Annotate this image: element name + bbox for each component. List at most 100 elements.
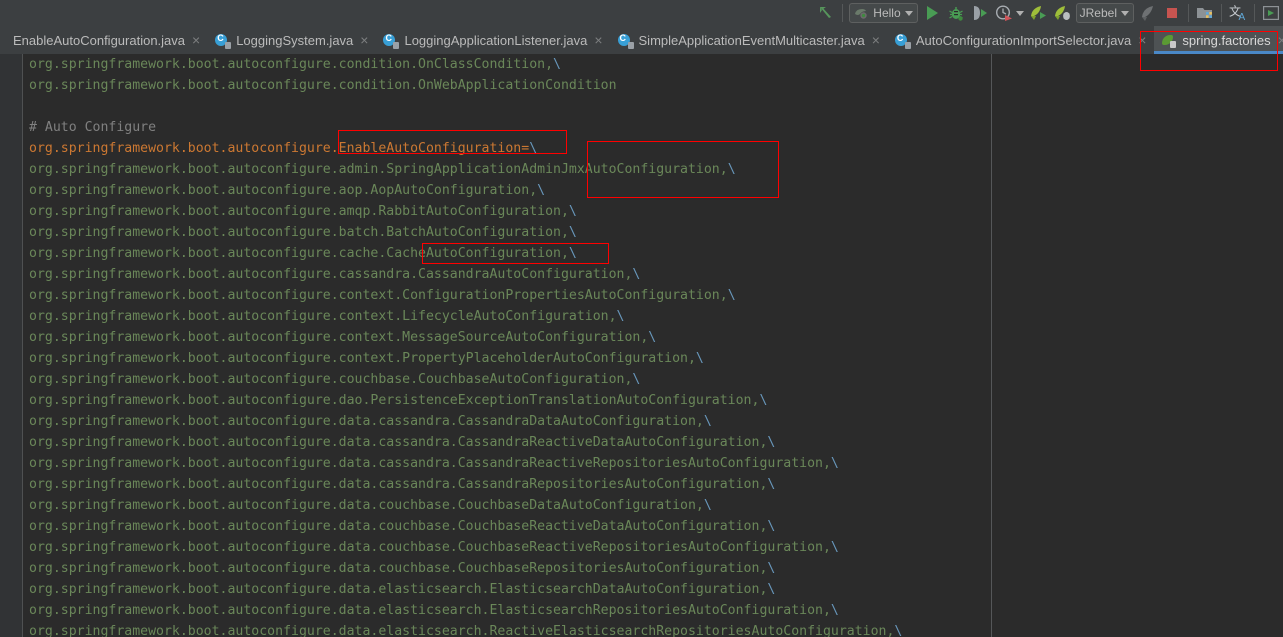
jrebel-rocket-run-icon (1030, 6, 1046, 20)
editor-tab-bar: EnableAutoConfiguration.java × LoggingSy… (0, 26, 1283, 54)
run-configuration-selector[interactable]: Hello (849, 2, 918, 24)
line-continuation-backslash: \ (703, 414, 712, 429)
line-continuation-backslash: \ (830, 603, 839, 618)
code-line: org.springframework.boot.autoconfigure.d… (29, 495, 902, 516)
line-continuation-backslash: \ (568, 204, 577, 219)
editor-tab-spring-factories[interactable]: spring.factories × (1154, 26, 1283, 54)
code-text: org.springframework.boot.autoconfigure.c… (29, 351, 696, 366)
tab-close-icon[interactable]: × (594, 33, 602, 47)
jrebel-selector[interactable]: JRebel (1075, 2, 1134, 24)
editor-tab-enableautoconfiguration[interactable]: EnableAutoConfiguration.java × (0, 26, 208, 54)
code-text: org.springframework.boot.autoconfigure.b… (29, 225, 569, 240)
jrebel-run-button[interactable] (1028, 2, 1048, 24)
tab-label: LoggingSystem.java (236, 32, 354, 48)
code-text: org.springframework.boot.autoconfigure.c… (29, 309, 617, 324)
code-line: org.springframework.boot.autoconfigure.d… (29, 390, 902, 411)
run-panel-button[interactable] (1261, 2, 1281, 24)
editor-tab-loggingapplicationlistener[interactable]: LoggingApplicationListener.java × (376, 26, 610, 54)
line-continuation-backslash: \ (767, 582, 776, 597)
debug-button[interactable] (946, 2, 966, 24)
tab-close-icon[interactable]: × (872, 33, 880, 47)
back-arrow-button[interactable] (816, 2, 836, 24)
java-class-icon (215, 33, 232, 49)
back-arrow-icon (820, 7, 832, 18)
line-continuation-backslash: \ (767, 561, 776, 576)
main-toolbar: Hello JRebel 文 A (0, 0, 1283, 26)
code-line: org.springframework.boot.autoconfigure.c… (29, 54, 902, 75)
chevron-down-icon[interactable] (1121, 10, 1129, 16)
code-line: org.springframework.boot.autoconfigure.d… (29, 453, 902, 474)
toolbar-divider (1188, 4, 1189, 22)
code-text: org.springframework.boot.autoconfigure.d… (29, 414, 704, 429)
gutter-divider (22, 54, 23, 637)
code-line: org.springframework.boot.autoconfigure.c… (29, 285, 902, 306)
line-continuation-backslash: \ (767, 477, 776, 492)
line-continuation-backslash: \ (616, 309, 625, 324)
stop-button[interactable] (1162, 2, 1182, 24)
line-continuation-backslash: \ (767, 435, 776, 450)
project-structure-icon (1197, 8, 1212, 18)
code-text: org.springframework.boot.autoconfigure.c… (29, 372, 633, 387)
jrebel-debug-button[interactable] (1052, 2, 1072, 24)
code-line: org.springframework.boot.autoconfigure.d… (29, 516, 902, 537)
tab-close-icon[interactable]: × (360, 33, 368, 47)
run-triangle-icon (926, 6, 938, 20)
editor-gutter[interactable] (0, 54, 22, 637)
code-text: org.springframework.boot.autoconfigure.d… (29, 519, 768, 534)
run-button[interactable] (922, 2, 942, 24)
code-text: org.springframework.boot.autoconfigure.c… (29, 57, 554, 72)
translate-cn-icon: 文 A (1229, 4, 1246, 24)
right-margin-guide (991, 54, 992, 637)
code-text: org.springframework.boot.autoconfigure.c… (29, 246, 569, 261)
code-line: org.springframework.boot.autoconfigure.c… (29, 306, 902, 327)
line-continuation-backslash: \ (727, 162, 736, 177)
code-text: org.springframework.boot.autoconfigure.d… (29, 435, 768, 450)
code-text: org.springframework.boot.autoconfigure.d… (29, 477, 768, 492)
code-line: org.springframework.boot.autoconfigure.E… (29, 138, 902, 159)
coverage-icon (973, 6, 987, 20)
tab-close-icon[interactable]: × (1278, 33, 1283, 47)
spring-factories-icon (1161, 33, 1177, 48)
code-text: org.springframework.boot.autoconfigure.d… (29, 624, 895, 637)
code-line: org.springframework.boot.autoconfigure.d… (29, 579, 902, 600)
code-line: org.springframework.boot.autoconfigure.c… (29, 264, 902, 285)
java-class-icon (617, 33, 634, 49)
ide-window: Hello JRebel 文 A EnableAutoConfiguration… (0, 0, 1283, 637)
code-text: org.springframework.boot.autoconfigure.d… (29, 498, 704, 513)
editor-tab-simpleapplicationeventmulticaster[interactable]: SimpleApplicationEventMulticaster.java × (611, 26, 888, 54)
chevron-down-icon[interactable] (904, 10, 913, 16)
tab-close-icon[interactable]: × (1138, 33, 1146, 47)
line-continuation-backslash: \ (632, 372, 641, 387)
code-text: org.springframework.boot.autoconfigure.c… (29, 78, 617, 93)
line-continuation-backslash: \ (759, 393, 768, 408)
code-line: org.springframework.boot.autoconfigure.a… (29, 159, 902, 180)
jrebel-gray-icon (1142, 6, 1153, 21)
tab-close-icon[interactable]: × (192, 33, 200, 47)
jrebel-rocket-debug-icon (1054, 6, 1070, 20)
line-continuation-backslash: \ (894, 624, 903, 637)
debug-bug-icon (948, 7, 963, 21)
line-continuation-backslash: \ (703, 498, 712, 513)
jrebel-status-icon-button[interactable] (1138, 2, 1158, 24)
spring-boot-icon (855, 9, 867, 19)
editor-tab-loggingsystem[interactable]: LoggingSystem.java × (208, 26, 376, 54)
translate-button[interactable]: 文 A (1228, 2, 1248, 24)
chevron-down-icon[interactable] (1015, 10, 1024, 16)
code-text: org.springframework.boot.autoconfigure.d… (29, 561, 768, 576)
code-line: org.springframework.boot.autoconfigure.b… (29, 222, 902, 243)
run-with-coverage-button[interactable] (970, 2, 990, 24)
line-continuation-backslash: \ (830, 540, 839, 555)
line-continuation-backslash: \ (529, 141, 538, 156)
editor-content[interactable]: org.springframework.boot.autoconfigure.c… (29, 54, 902, 637)
stop-square-icon (1167, 8, 1177, 18)
code-line: org.springframework.boot.autoconfigure.d… (29, 474, 902, 495)
code-line: org.springframework.boot.autoconfigure.a… (29, 201, 902, 222)
code-text: org.springframework.boot.autoconfigure.E… (29, 141, 530, 156)
editor-tab-autoconfigurationimportselector[interactable]: AutoConfigurationImportSelector.java × (888, 26, 1155, 54)
line-continuation-backslash: \ (727, 288, 736, 303)
project-structure-button[interactable] (1195, 2, 1215, 24)
profiler-button[interactable] (994, 2, 1024, 24)
java-class-icon (894, 33, 911, 49)
code-editor[interactable]: org.springframework.boot.autoconfigure.c… (0, 54, 1283, 637)
